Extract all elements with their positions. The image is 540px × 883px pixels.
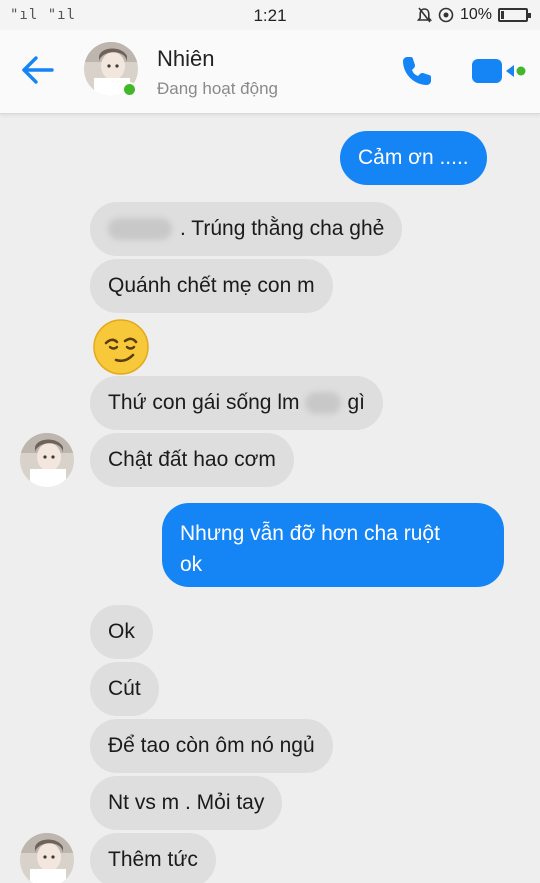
message-incoming[interactable]: Thêm tức (90, 833, 216, 883)
back-arrow-icon[interactable] (18, 50, 58, 90)
contact-status: Đang hoạt động (157, 79, 278, 98)
message-incoming[interactable]: Nt vs m . Mỏi tay (90, 776, 283, 830)
alarm-icon (416, 7, 432, 23)
message-outgoing[interactable]: Nhưng vẫn đỡ hơn cha ruột ok (162, 503, 504, 587)
avatar[interactable] (20, 833, 74, 883)
conversation-header: Nhiên Đang hoạt động (0, 30, 540, 114)
status-bar: "ıl "ıl 1:21 10% (0, 0, 540, 30)
message-incoming[interactable]: Để tao còn ôm nó ngủ (90, 719, 333, 773)
message-text: . Trúng thằng cha ghẻ (180, 217, 385, 240)
message-incoming[interactable]: Ok (90, 605, 153, 659)
message-text: ok (180, 553, 203, 576)
avatar[interactable] (20, 433, 74, 487)
message-text: Thứ con gái sống lm (108, 391, 300, 414)
message-outgoing[interactable]: Cảm ơn ..... (340, 131, 487, 185)
blurred-text (108, 218, 172, 241)
battery-percent: 10% (459, 6, 492, 23)
smirk-emoji-icon[interactable] (92, 318, 150, 376)
phone-call-icon[interactable] (398, 52, 436, 90)
message-text: gì (347, 391, 365, 414)
message-incoming[interactable]: Cút (90, 662, 159, 716)
at-icon (438, 7, 454, 23)
blurred-text (305, 392, 342, 415)
message-incoming[interactable]: Thứ con gái sống lm gì (90, 376, 383, 430)
message-incoming[interactable]: Quánh chết mẹ con m (90, 259, 333, 313)
contact-name[interactable]: Nhiên (157, 46, 214, 72)
message-incoming[interactable]: . Trúng thằng cha ghẻ (90, 202, 403, 256)
battery-icon (498, 8, 531, 22)
status-right: 10% (416, 6, 531, 24)
online-status-dot (122, 82, 137, 97)
video-call-icon[interactable] (470, 54, 528, 88)
message-text: Nhưng vẫn đỡ hơn cha ruột (180, 522, 440, 545)
message-incoming[interactable]: Chật đất hao cơm (90, 433, 294, 487)
